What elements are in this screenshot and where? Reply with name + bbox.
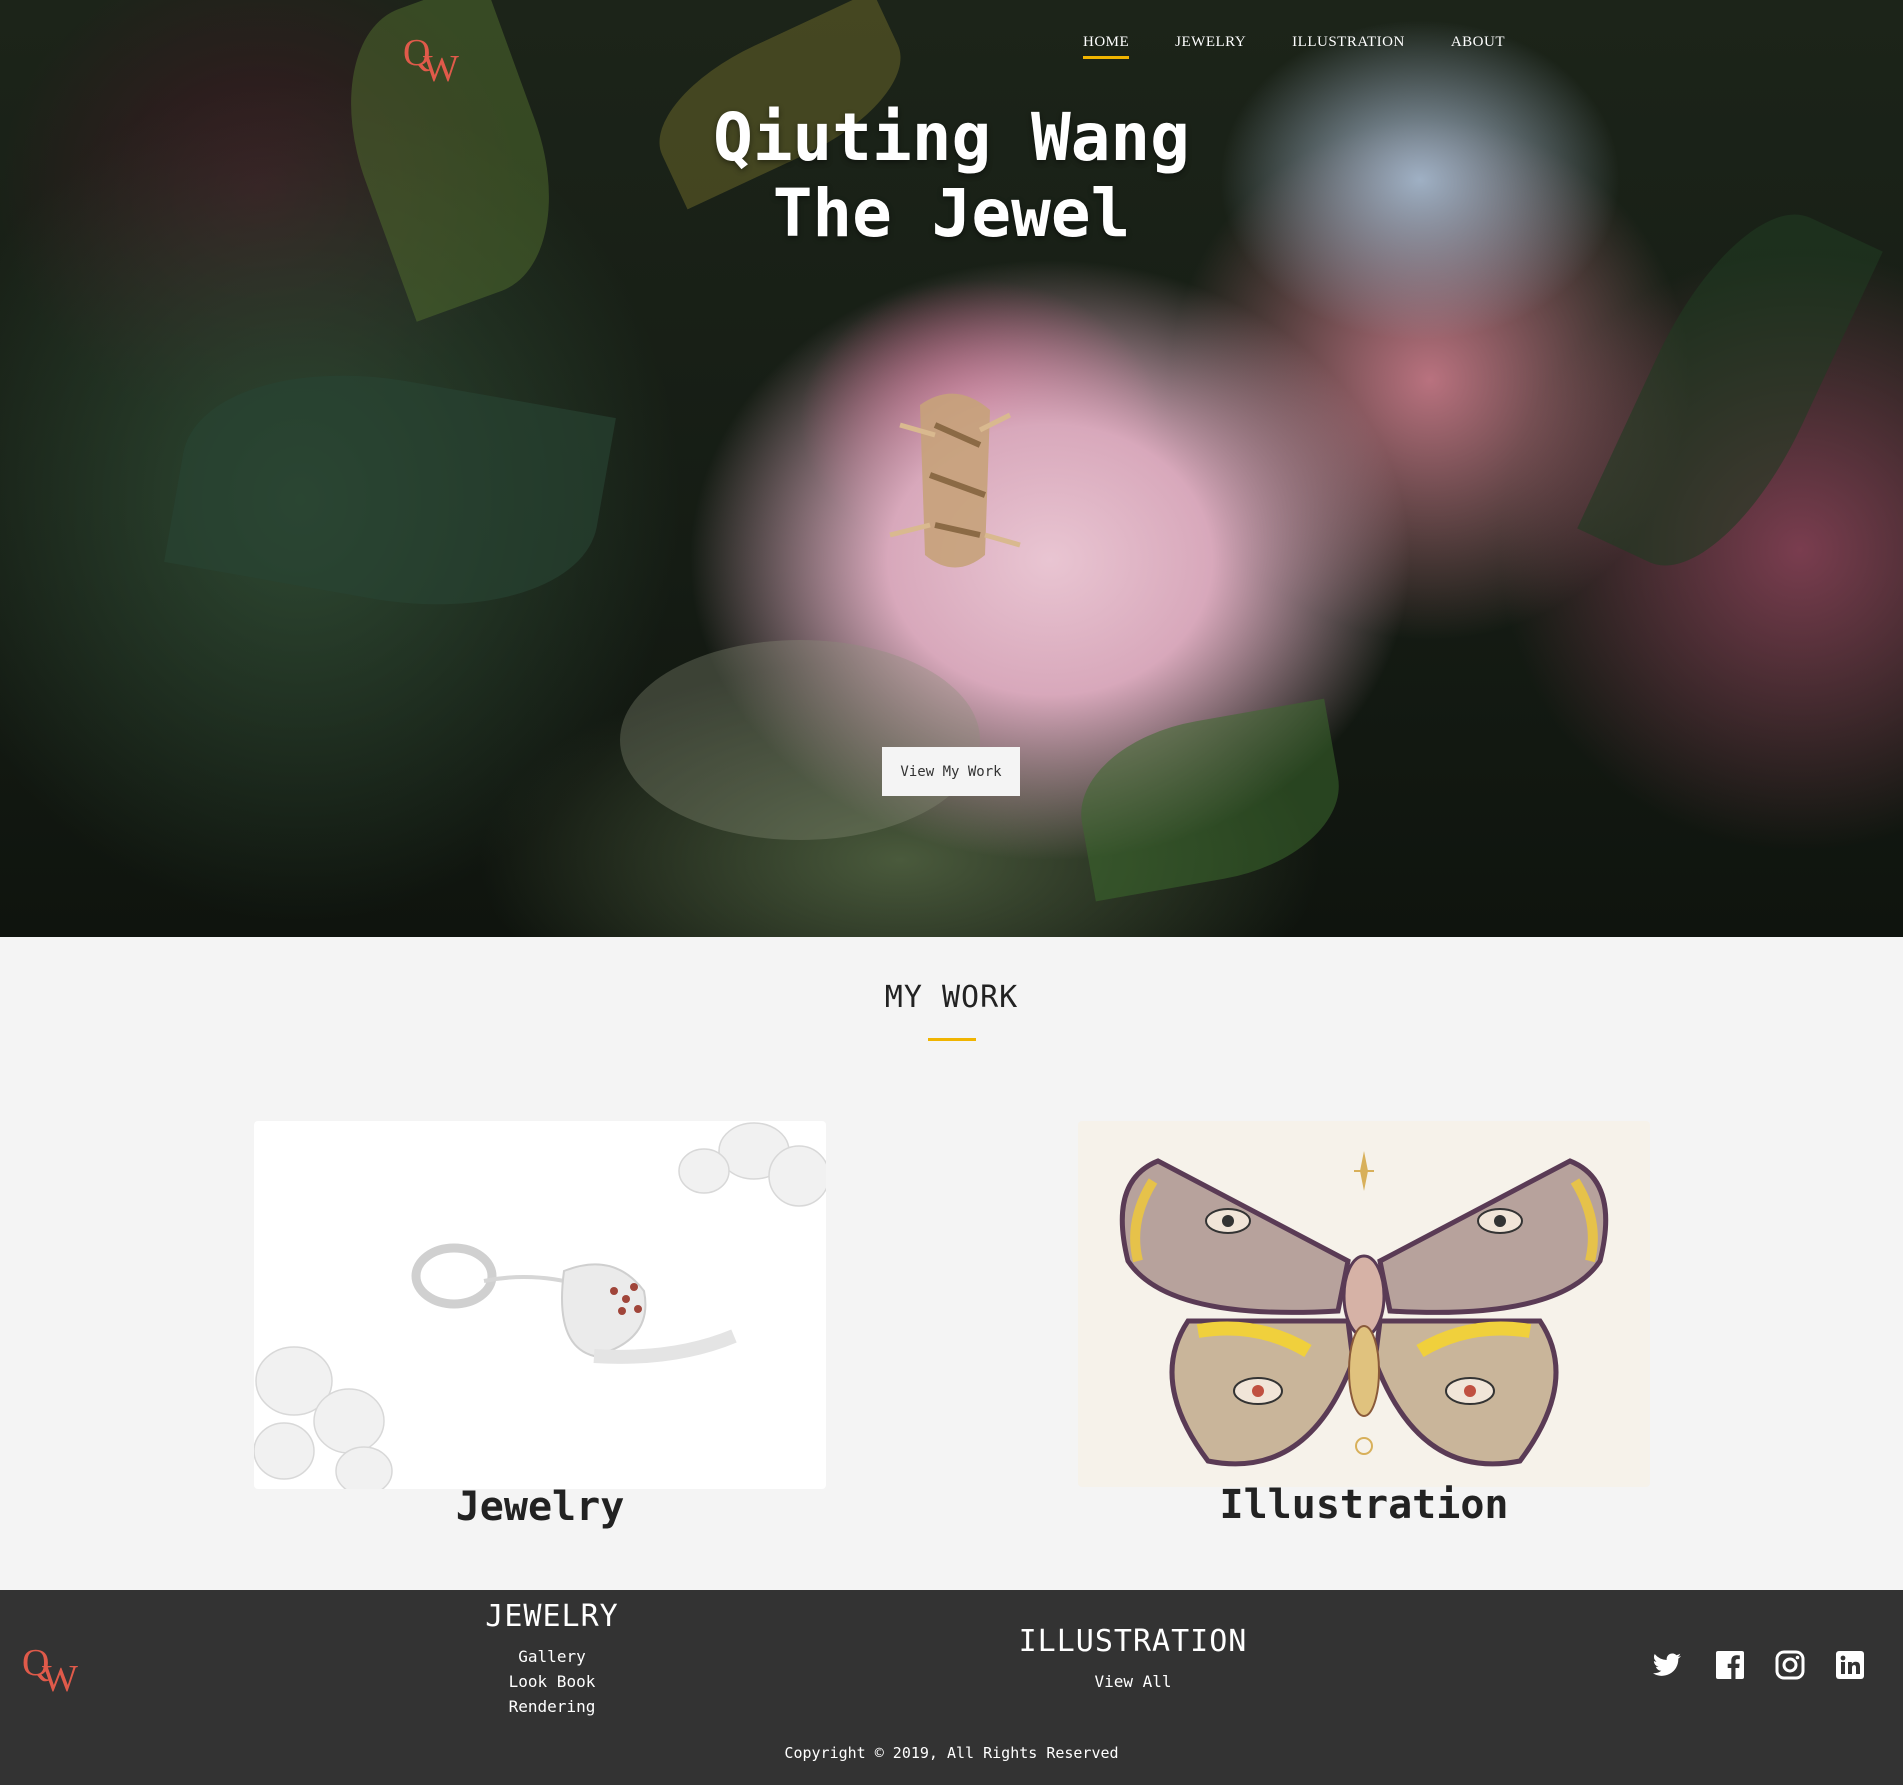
my-work-title: MY WORK	[884, 980, 1019, 1015]
foliage-decoration	[164, 345, 616, 635]
gold-ring-image	[889, 393, 1021, 568]
foliage-decoration	[620, 640, 980, 840]
illustration-image[interactable]	[1078, 1121, 1650, 1487]
footer-jewelry-title: JEWELRY	[485, 1599, 619, 1634]
logo-w: W	[423, 48, 459, 90]
card-label-jewelry[interactable]: Jewelry	[254, 1484, 826, 1530]
view-my-work-button[interactable]: View My Work	[882, 747, 1020, 796]
hero-title: Qiuting Wang The Jewel	[0, 100, 1903, 252]
nav-jewelry[interactable]: JEWELRY	[1152, 32, 1269, 62]
logo[interactable]: Q W	[403, 34, 465, 88]
footer-jewelry-column: JEWELRY Gallery Look Book Rendering	[452, 1600, 652, 1719]
hero-title-line1: Qiuting Wang	[713, 99, 1190, 176]
main-nav: HOME JEWELRY ILLUSTRATION ABOUT	[1060, 32, 1528, 68]
footer-illustration-title: ILLUSTRATION	[1018, 1624, 1248, 1659]
logo-w: W	[42, 1658, 78, 1700]
footer-link-view-all[interactable]: View All	[1003, 1669, 1263, 1694]
foliage-decoration	[1068, 698, 1352, 902]
jewelry-image[interactable]	[254, 1121, 826, 1489]
footer-link-gallery[interactable]: Gallery	[452, 1644, 652, 1669]
hero-title-line2: The Jewel	[772, 175, 1131, 252]
nav-about[interactable]: ABOUT	[1428, 32, 1528, 62]
moth-illustration	[1119, 1151, 1609, 1467]
linkedin-icon[interactable]	[1834, 1649, 1866, 1681]
card-label-illustration[interactable]: Illustration	[1078, 1482, 1650, 1528]
facebook-icon[interactable]	[1714, 1649, 1746, 1681]
footer-link-look-book[interactable]: Look Book	[452, 1669, 652, 1694]
jewelry-photo	[254, 1122, 826, 1489]
copyright: Copyright © 2019, All Rights Reserved	[784, 1744, 1119, 1762]
footer-link-rendering[interactable]: Rendering	[452, 1694, 652, 1719]
footer-illustration-column: ILLUSTRATION View All	[1003, 1625, 1263, 1694]
instagram-icon[interactable]	[1774, 1649, 1806, 1681]
nav-home[interactable]: HOME	[1060, 32, 1152, 62]
footer: Q W JEWELRY Gallery Look Book Rendering …	[0, 1590, 1903, 1785]
hero-section: Q W HOME JEWELRY ILLUSTRATION ABOUT Qiut…	[0, 0, 1903, 937]
title-underline	[928, 1038, 976, 1041]
nav-illustration[interactable]: ILLUSTRATION	[1269, 32, 1428, 62]
footer-logo[interactable]: Q W	[22, 1644, 84, 1698]
twitter-icon[interactable]	[1651, 1649, 1683, 1681]
